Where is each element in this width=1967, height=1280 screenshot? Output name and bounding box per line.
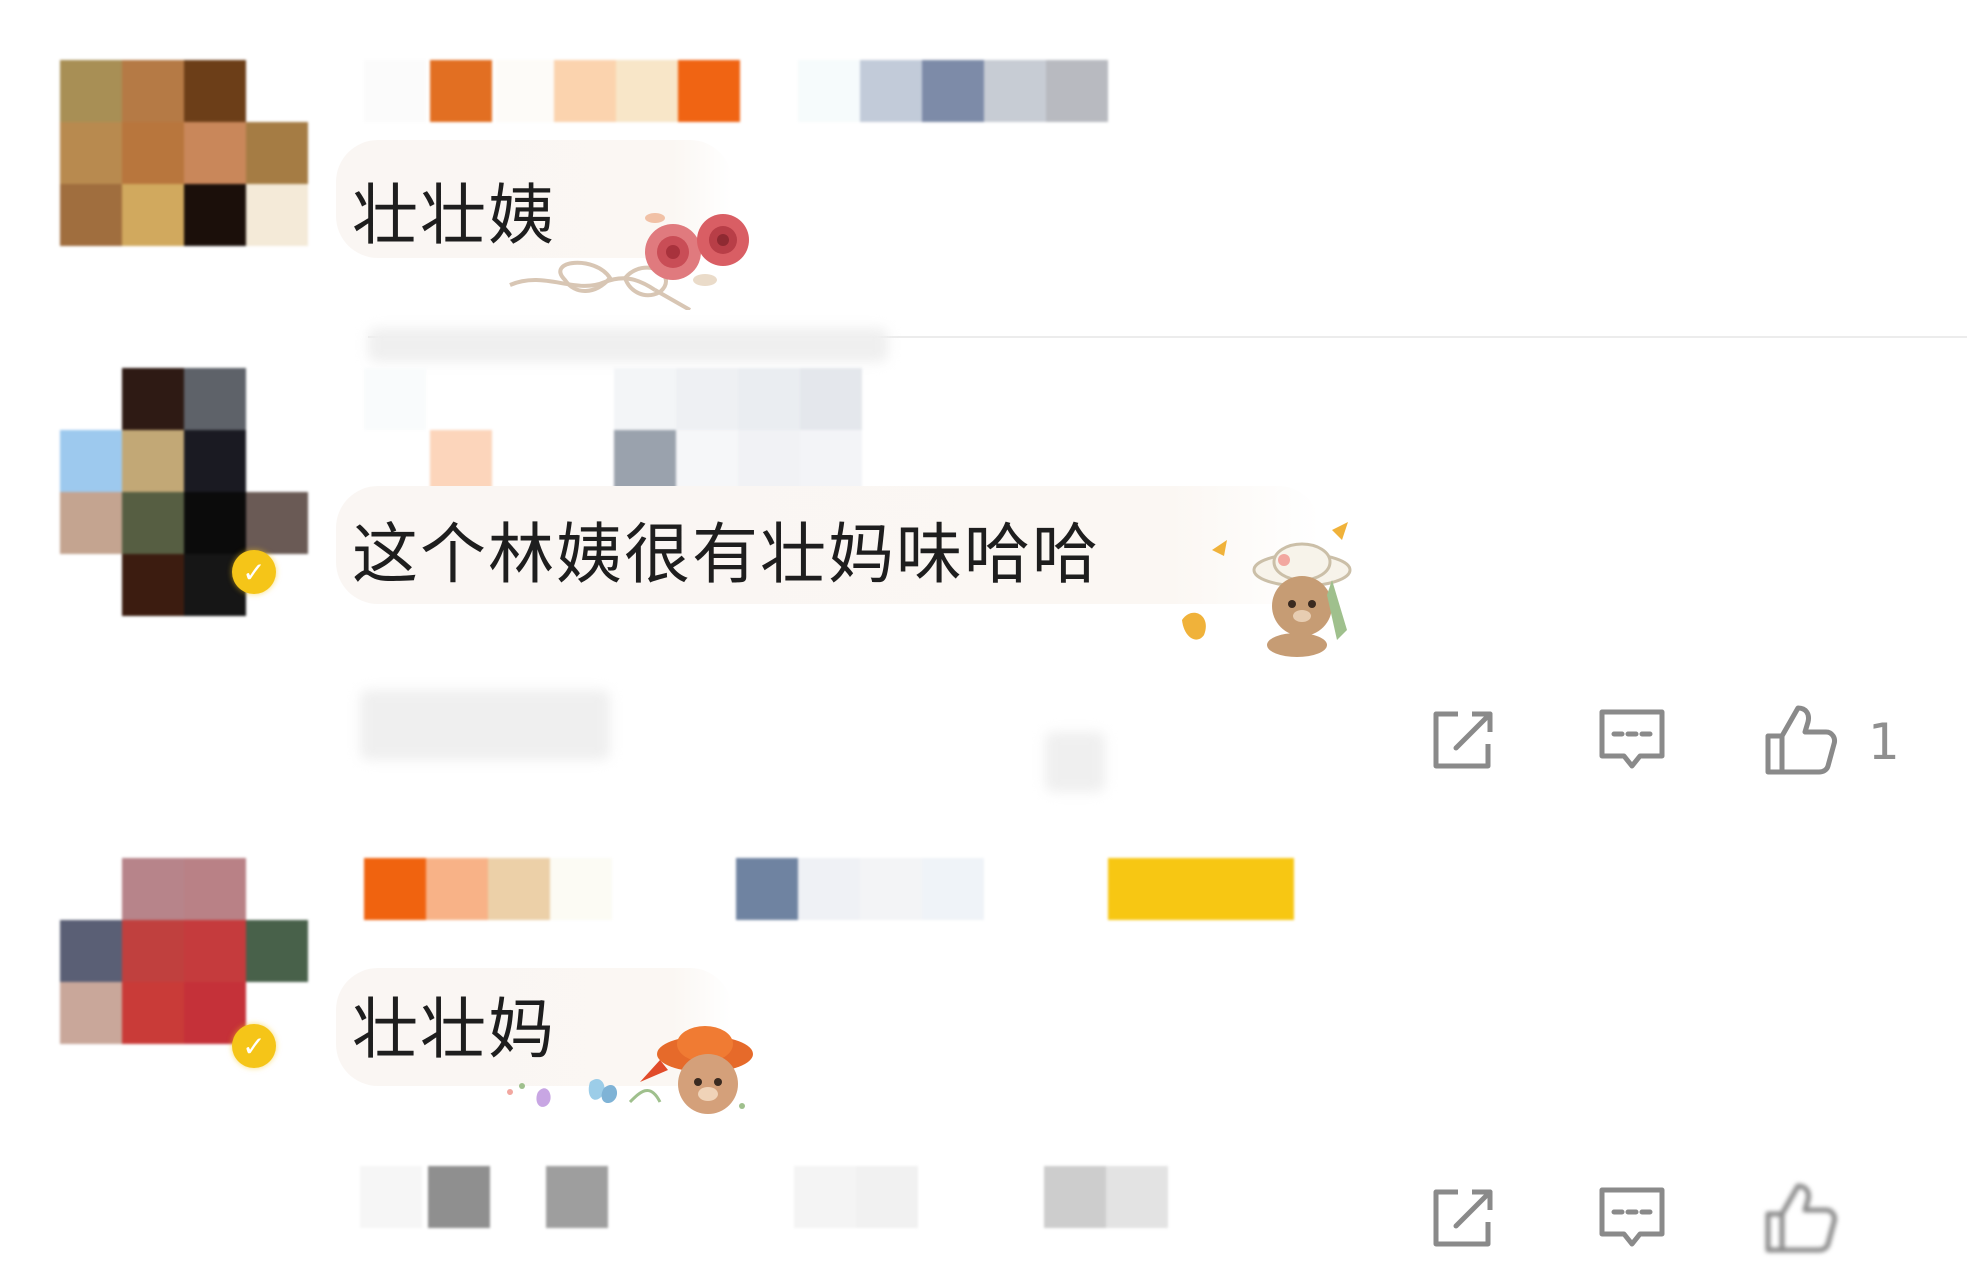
share-icon[interactable] (1424, 1178, 1504, 1258)
verified-badge-icon: ✓ (232, 1024, 276, 1068)
reply-icon[interactable] (1592, 1178, 1672, 1258)
like-icon[interactable] (1760, 1178, 1840, 1258)
username[interactable] (364, 60, 1124, 124)
bear-red-hat-sticker (507, 1026, 753, 1114)
comment-text: 这个林姨很有壮妈味哈哈 (352, 516, 1100, 593)
bear-sunhat-ginkgo-sticker (1182, 522, 1352, 657)
roses-bow-sticker (509, 213, 749, 310)
share-icon[interactable] (1424, 700, 1504, 780)
like-count: 1 (1868, 713, 1900, 771)
like-icon[interactable] (1760, 700, 1840, 780)
avatar[interactable] (60, 60, 308, 308)
blurred-location (1045, 732, 1105, 792)
reply-icon[interactable] (1592, 700, 1672, 780)
blurred-timestamp (360, 690, 610, 760)
blurred-metadata (360, 1166, 1180, 1228)
verified-badge-icon: ✓ (232, 550, 276, 594)
blurred-reply-preview (368, 328, 888, 362)
avatar[interactable] (60, 858, 308, 1106)
username[interactable] (364, 368, 864, 496)
username[interactable] (364, 858, 1294, 922)
